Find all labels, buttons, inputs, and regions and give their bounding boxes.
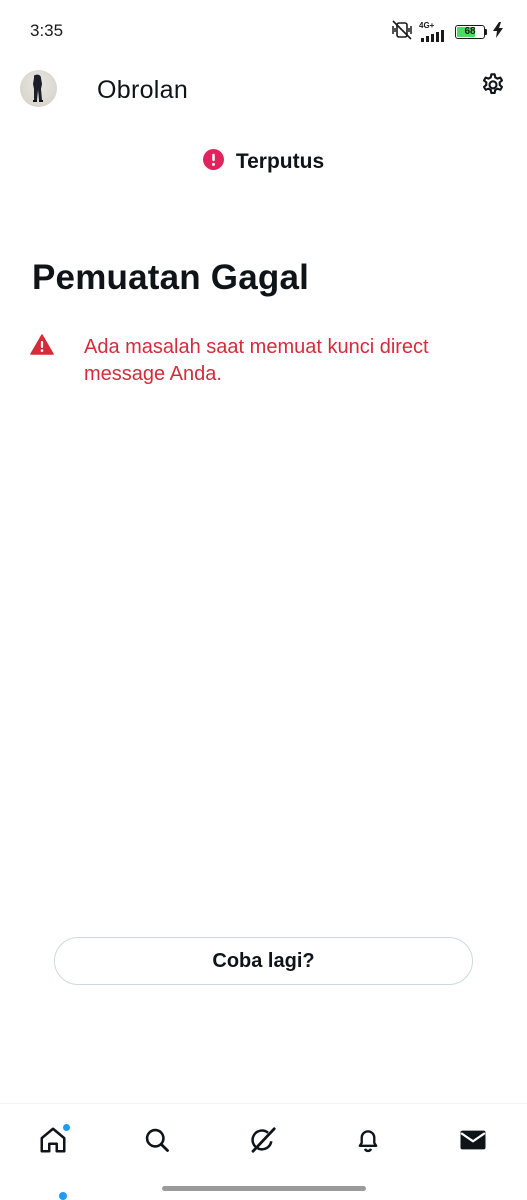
charging-icon xyxy=(493,21,503,43)
bell-icon xyxy=(354,1126,382,1159)
network-label: 4G+ xyxy=(419,21,435,30)
signal-icon: 4G+ xyxy=(419,22,449,42)
nav-notifications[interactable] xyxy=(348,1122,388,1162)
bottom-nav xyxy=(0,1103,527,1180)
connection-status-text: Terputus xyxy=(235,150,325,173)
vibrate-off-icon xyxy=(391,19,413,45)
battery-icon: 68 xyxy=(455,25,487,39)
connection-status: Terputus xyxy=(0,146,527,178)
mail-icon xyxy=(458,1125,488,1160)
avatar[interactable] xyxy=(20,70,57,107)
battery-level: 68 xyxy=(464,26,476,37)
settings-button[interactable] xyxy=(477,72,509,104)
indicator-dot xyxy=(59,1192,67,1200)
header: Obrolan xyxy=(0,64,527,120)
nav-grok[interactable] xyxy=(243,1122,283,1162)
error-message: Ada masalah saat memuat kunci direct mes… xyxy=(84,336,429,385)
page-title: Obrolan xyxy=(97,76,189,104)
gesture-bar[interactable] xyxy=(162,1186,366,1191)
home-notification-dot xyxy=(63,1124,70,1131)
warning-triangle-icon xyxy=(30,334,54,360)
gear-icon xyxy=(479,72,507,105)
status-bar: 3:35 4G+ 68 xyxy=(0,0,527,64)
status-time: 3:35 xyxy=(30,21,64,40)
nav-search[interactable] xyxy=(137,1122,177,1162)
error-title: Pemuatan Gagal xyxy=(32,258,310,297)
nav-home[interactable] xyxy=(33,1122,73,1162)
retry-button[interactable]: Coba lagi? xyxy=(54,937,473,985)
alert-circle-icon xyxy=(202,149,224,175)
search-icon xyxy=(143,1126,171,1159)
nav-messages[interactable] xyxy=(453,1122,493,1162)
grok-icon xyxy=(248,1125,278,1160)
status-icons: 4G+ 68 xyxy=(391,19,503,45)
